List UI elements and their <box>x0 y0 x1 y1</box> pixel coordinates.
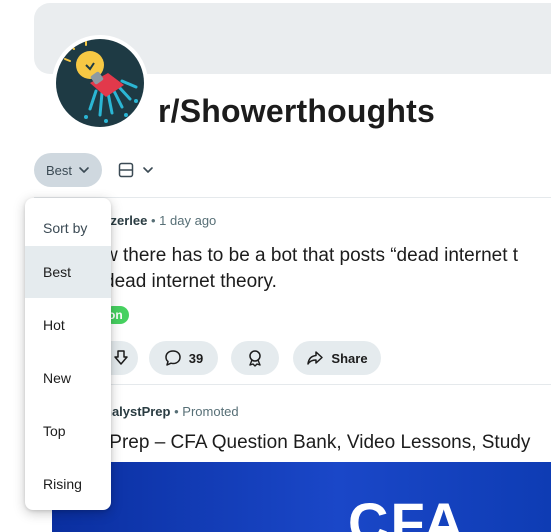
comments-button[interactable]: 39 <box>149 341 218 375</box>
comment-icon <box>165 350 181 366</box>
post-author[interactable]: nalystPrep <box>104 404 170 419</box>
downvote-icon <box>114 350 128 365</box>
sort-option-rising[interactable]: Rising <box>25 458 111 510</box>
award-icon <box>249 350 261 367</box>
share-button[interactable]: Share <box>293 341 381 375</box>
card-view-icon <box>118 162 134 178</box>
post-title-line-1[interactable]: w there has to be a bot that posts “dead… <box>104 243 518 269</box>
sort-label: Best <box>45 162 72 178</box>
comment-count: 39 <box>188 350 204 366</box>
sort-option-best[interactable]: Best <box>25 246 111 298</box>
share-icon <box>307 351 324 365</box>
separator-dot: • <box>151 213 160 228</box>
post-time: 1 day ago <box>159 213 217 228</box>
divider <box>34 197 551 198</box>
post-meta: zzerlee • 1 day ago <box>104 213 216 228</box>
subreddit-title: r/Showerthoughts <box>158 93 435 129</box>
sort-menu-header: Sort by <box>43 220 88 236</box>
sort-dropdown-button[interactable]: Best <box>34 153 102 187</box>
lightbulb-shower-icon <box>56 39 144 127</box>
sort-menu: Sort by Best Hot New Top Rising <box>25 198 111 510</box>
share-label: Share <box>331 350 368 366</box>
chevron-down-icon <box>143 167 153 173</box>
award-button[interactable] <box>231 341 279 375</box>
sort-option-hot[interactable]: Hot <box>25 299 111 351</box>
sort-option-new[interactable]: New <box>25 352 111 404</box>
post-title-line-2[interactable]: dead internet theory. <box>104 269 277 295</box>
community-avatar[interactable] <box>52 35 148 131</box>
sort-option-top[interactable]: Top <box>25 405 111 457</box>
promoted-label: Promoted <box>182 404 239 419</box>
chevron-down-icon <box>79 167 89 173</box>
post-title[interactable]: tPrep – CFA Question Bank, Video Lessons… <box>104 430 530 456</box>
view-toggle-button[interactable] <box>108 153 164 187</box>
ad-image-text: CFA <box>348 491 466 532</box>
post-meta: nalystPrep • Promoted <box>104 404 239 419</box>
divider <box>34 384 551 385</box>
